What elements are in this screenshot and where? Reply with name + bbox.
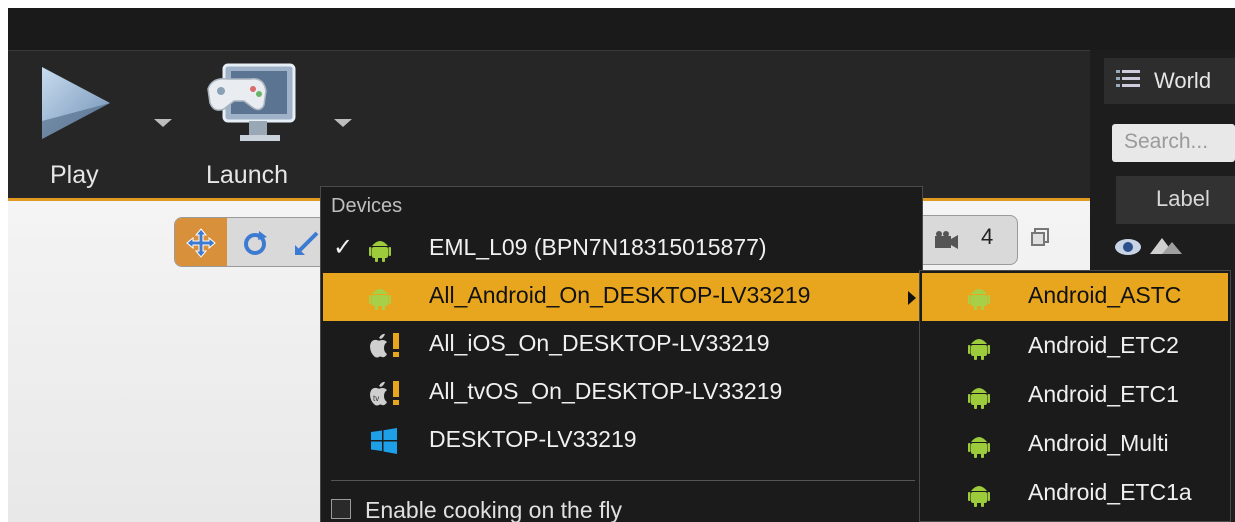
submenu-label: Android_Multi (1028, 430, 1169, 456)
rotate-icon (244, 231, 267, 255)
outliner-search-input[interactable]: Search... (1112, 124, 1235, 162)
tab-world-outliner[interactable]: World (1104, 58, 1235, 104)
submenu-label: Android_ETC1a (1028, 479, 1192, 505)
list-icon (1116, 70, 1140, 87)
submenu-item-android-etc1[interactable]: Android_ETC1 (922, 372, 1228, 420)
device-item-all-android[interactable]: All_Android_On_DESKTOP-LV33219 (323, 273, 921, 321)
menu-heading: Devices (331, 195, 403, 217)
launch-options-dropdown[interactable] (334, 119, 352, 127)
submenu-item-android-etc1a[interactable]: Android_ETC1a (922, 470, 1228, 518)
device-item-all-ios[interactable]: All_iOS_On_DESKTOP-LV33219 (323, 321, 921, 369)
move-icon (186, 228, 216, 258)
launch-label: Launch (206, 161, 289, 189)
play-button[interactable]: Play (28, 59, 138, 189)
svg-text:tv: tv (373, 394, 379, 403)
appletv-warning-icon: tv (370, 381, 399, 406)
windows-icon (371, 428, 397, 454)
submenu-arrow-icon (908, 291, 916, 305)
submenu-item-android-astc[interactable]: Android_ASTC (922, 273, 1228, 321)
camera-icon (935, 231, 958, 249)
launch-icon (207, 63, 296, 141)
visibility-eye-icon[interactable] (1114, 238, 1142, 256)
android-icon (968, 339, 990, 360)
device-item-desktop[interactable]: DESKTOP-LV33219 (323, 417, 921, 465)
transform-toolbar (174, 217, 334, 267)
main-toolbar: Play Launch (8, 50, 1090, 198)
device-label: All_Android_On_DESKTOP-LV33219 (429, 282, 811, 308)
tab-label: World (1154, 68, 1212, 93)
menu-divider (331, 480, 915, 481)
submenu-item-android-etc2[interactable]: Android_ETC2 (922, 323, 1228, 371)
device-item-eml-l09[interactable]: ✓ EML_L09 (BPN7N18315015877) (323, 225, 921, 273)
maximize-icon (1031, 228, 1049, 246)
apple-warning-icon (370, 333, 399, 358)
camera-speed-value: 4 (981, 224, 994, 249)
android-icon (968, 388, 990, 409)
android-icon (369, 241, 391, 262)
submenu-label: Android_ETC1 (1028, 381, 1179, 407)
launch-button[interactable]: Launch (198, 59, 308, 189)
rotate-tool-button[interactable] (229, 218, 281, 266)
android-icon (369, 289, 391, 310)
device-item-all-tvos[interactable]: tv All_tvOS_On_DESKTOP-LV33219 (323, 369, 921, 417)
submenu-label: Android_ASTC (1028, 282, 1182, 308)
device-label: DESKTOP-LV33219 (429, 426, 637, 452)
enable-cooking-label[interactable]: Enable cooking on the fly (365, 497, 622, 522)
android-icon (968, 289, 990, 310)
device-label: All_iOS_On_DESKTOP-LV33219 (429, 330, 770, 356)
play-icon (42, 67, 110, 139)
camera-speed-button[interactable]: 4 (908, 215, 1018, 265)
play-options-dropdown[interactable] (154, 119, 172, 127)
actor-type-icon (1150, 238, 1182, 254)
android-variants-submenu: Android_ASTC Android_ETC2 Android_ETC1 A… (919, 270, 1231, 522)
enable-cooking-checkbox[interactable] (331, 499, 351, 519)
device-label: EML_L09 (BPN7N18315015877) (429, 234, 767, 260)
launch-devices-menu: Devices ✓ EML_L09 (BPN7N18315015877) All… (320, 186, 923, 522)
title-bar (8, 8, 1235, 50)
column-header-label[interactable]: Label (1116, 176, 1235, 224)
submenu-label: Android_ETC2 (1028, 332, 1179, 358)
android-icon (968, 486, 990, 507)
submenu-item-android-multi[interactable]: Android_Multi (922, 421, 1228, 469)
translate-tool-button[interactable] (175, 218, 227, 266)
scale-icon (295, 231, 319, 255)
check-icon: ✓ (333, 234, 354, 261)
device-label: All_tvOS_On_DESKTOP-LV33219 (429, 378, 783, 404)
android-icon (968, 437, 990, 458)
maximize-viewport-button[interactable] (1030, 227, 1054, 251)
play-label: Play (50, 161, 99, 189)
